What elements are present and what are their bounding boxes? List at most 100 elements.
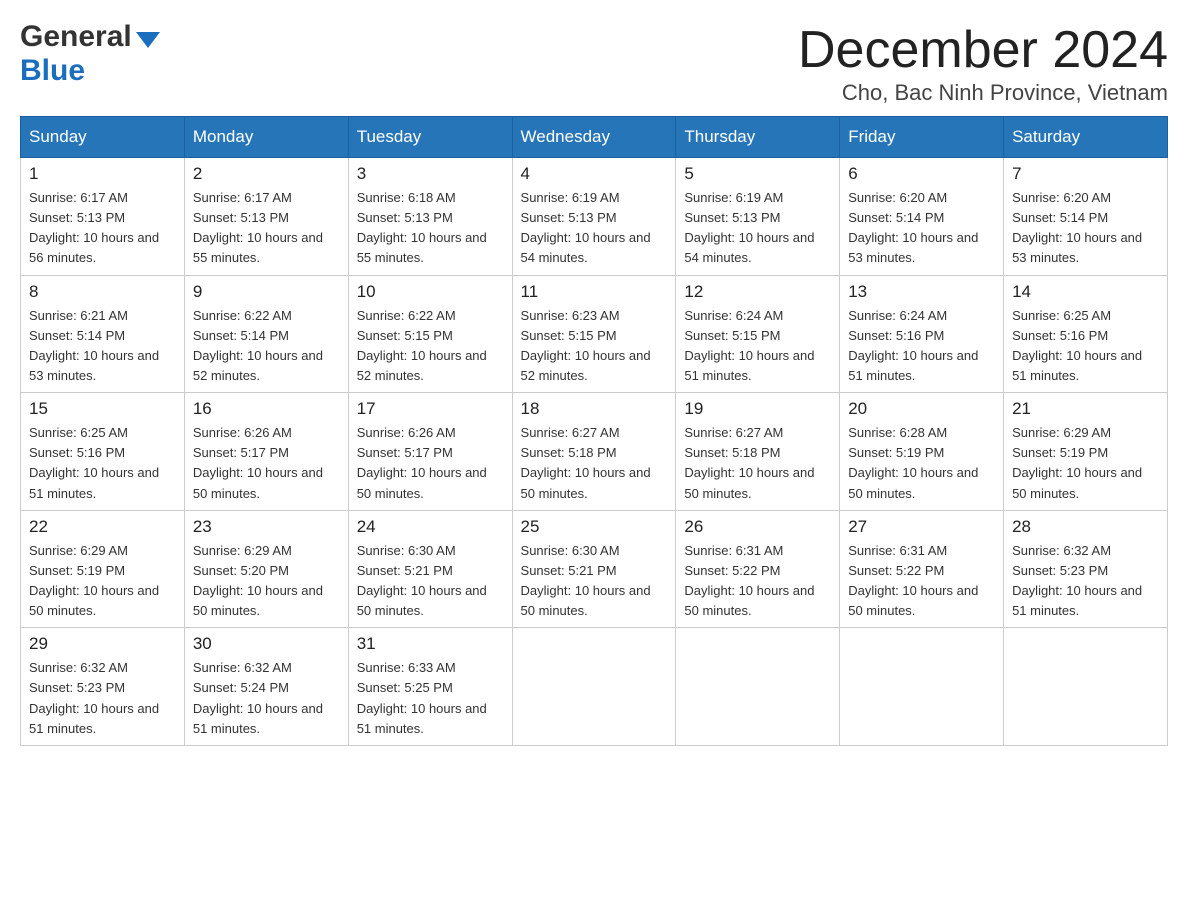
day-info: Sunrise: 6:17 AMSunset: 5:13 PMDaylight:… [29,188,176,269]
day-info: Sunrise: 6:26 AMSunset: 5:17 PMDaylight:… [193,423,340,504]
day-info: Sunrise: 6:27 AMSunset: 5:18 PMDaylight:… [521,423,668,504]
day-info: Sunrise: 6:30 AMSunset: 5:21 PMDaylight:… [357,541,504,622]
calendar-day-cell: 27 Sunrise: 6:31 AMSunset: 5:22 PMDayligh… [840,510,1004,628]
day-number: 20 [848,399,995,419]
calendar-week-row: 15Sunrise: 6:25 AMSunset: 5:16 PMDayligh… [21,393,1168,511]
logo-blue-text: Blue [20,54,160,88]
logo: General Blue [20,20,160,88]
day-number: 3 [357,164,504,184]
day-info: Sunrise: 6:24 AMSunset: 5:16 PMDaylight:… [848,306,995,387]
calendar-day-cell: 18Sunrise: 6:27 AMSunset: 5:18 PMDayligh… [512,393,676,511]
calendar-day-cell: 3 Sunrise: 6:18 AMSunset: 5:13 PMDaylight… [348,158,512,276]
day-number: 21 [1012,399,1159,419]
day-info: Sunrise: 6:31 AMSunset: 5:22 PMDaylight:… [684,541,831,622]
day-info: Sunrise: 6:29 AMSunset: 5:20 PMDaylight:… [193,541,340,622]
calendar-week-row: 29 Sunrise: 6:32 AMSunset: 5:23 PMDayligh… [21,628,1168,746]
day-number: 12 [684,282,831,302]
calendar-table: SundayMondayTuesdayWednesdayThursdayFrid… [20,116,1168,746]
location-text: Cho, Bac Ninh Province, Vietnam [798,80,1168,106]
weekday-header-wednesday: Wednesday [512,117,676,158]
day-info: Sunrise: 6:31 AMSunset: 5:22 PMDaylight:… [848,541,995,622]
day-info: Sunrise: 6:29 AMSunset: 5:19 PMDaylight:… [1012,423,1159,504]
calendar-day-cell [840,628,1004,746]
calendar-day-cell: 7Sunrise: 6:20 AMSunset: 5:14 PMDaylight… [1004,158,1168,276]
calendar-day-cell: 17 Sunrise: 6:26 AMSunset: 5:17 PMDayligh… [348,393,512,511]
calendar-day-cell: 25Sunrise: 6:30 AMSunset: 5:21 PMDayligh… [512,510,676,628]
calendar-day-cell: 19 Sunrise: 6:27 AMSunset: 5:18 PMDayligh… [676,393,840,511]
day-info: Sunrise: 6:32 AMSunset: 5:23 PMDaylight:… [1012,541,1159,622]
calendar-day-cell: 4 Sunrise: 6:19 AMSunset: 5:13 PMDaylight… [512,158,676,276]
calendar-day-cell: 29 Sunrise: 6:32 AMSunset: 5:23 PMDayligh… [21,628,185,746]
weekday-header-row: SundayMondayTuesdayWednesdayThursdayFrid… [21,117,1168,158]
calendar-day-cell: 15Sunrise: 6:25 AMSunset: 5:16 PMDayligh… [21,393,185,511]
day-number: 16 [193,399,340,419]
calendar-week-row: 1Sunrise: 6:17 AMSunset: 5:13 PMDaylight… [21,158,1168,276]
day-info: Sunrise: 6:17 AMSunset: 5:13 PMDaylight:… [193,188,340,269]
day-number: 13 [848,282,995,302]
day-info: Sunrise: 6:20 AMSunset: 5:14 PMDaylight:… [1012,188,1159,269]
day-info: Sunrise: 6:25 AMSunset: 5:16 PMDaylight:… [29,423,176,504]
day-number: 10 [357,282,504,302]
weekday-header-tuesday: Tuesday [348,117,512,158]
day-info: Sunrise: 6:18 AMSunset: 5:13 PMDaylight:… [357,188,504,269]
day-info: Sunrise: 6:28 AMSunset: 5:19 PMDaylight:… [848,423,995,504]
calendar-day-cell: 5 Sunrise: 6:19 AMSunset: 5:13 PMDaylight… [676,158,840,276]
month-title: December 2024 [798,20,1168,80]
day-number: 28 [1012,517,1159,537]
day-number: 2 [193,164,340,184]
day-number: 4 [521,164,668,184]
day-info: Sunrise: 6:33 AMSunset: 5:25 PMDaylight:… [357,658,504,739]
day-number: 29 [29,634,176,654]
calendar-day-cell: 30Sunrise: 6:32 AMSunset: 5:24 PMDayligh… [184,628,348,746]
calendar-week-row: 8 Sunrise: 6:21 AMSunset: 5:14 PMDaylight… [21,275,1168,393]
day-info: Sunrise: 6:21 AMSunset: 5:14 PMDaylight:… [29,306,176,387]
logo-general-text: General [20,20,132,54]
weekday-header-sunday: Sunday [21,117,185,158]
day-number: 17 [357,399,504,419]
calendar-day-cell [1004,628,1168,746]
day-number: 14 [1012,282,1159,302]
calendar-day-cell: 8 Sunrise: 6:21 AMSunset: 5:14 PMDaylight… [21,275,185,393]
calendar-day-cell: 1Sunrise: 6:17 AMSunset: 5:13 PMDaylight… [21,158,185,276]
day-info: Sunrise: 6:20 AMSunset: 5:14 PMDaylight:… [848,188,995,269]
day-info: Sunrise: 6:24 AMSunset: 5:15 PMDaylight:… [684,306,831,387]
weekday-header-monday: Monday [184,117,348,158]
day-info: Sunrise: 6:32 AMSunset: 5:24 PMDaylight:… [193,658,340,739]
day-info: Sunrise: 6:25 AMSunset: 5:16 PMDaylight:… [1012,306,1159,387]
day-info: Sunrise: 6:32 AMSunset: 5:23 PMDaylight:… [29,658,176,739]
day-info: Sunrise: 6:26 AMSunset: 5:17 PMDaylight:… [357,423,504,504]
weekday-header-friday: Friday [840,117,1004,158]
day-info: Sunrise: 6:23 AMSunset: 5:15 PMDaylight:… [521,306,668,387]
day-number: 11 [521,282,668,302]
day-number: 27 [848,517,995,537]
calendar-day-cell: 24 Sunrise: 6:30 AMSunset: 5:21 PMDayligh… [348,510,512,628]
day-number: 24 [357,517,504,537]
logo-triangle-icon [136,32,160,48]
calendar-day-cell: 10Sunrise: 6:22 AMSunset: 5:15 PMDayligh… [348,275,512,393]
calendar-day-cell: 26Sunrise: 6:31 AMSunset: 5:22 PMDayligh… [676,510,840,628]
day-number: 5 [684,164,831,184]
day-number: 9 [193,282,340,302]
calendar-day-cell: 12 Sunrise: 6:24 AMSunset: 5:15 PMDayligh… [676,275,840,393]
day-number: 8 [29,282,176,302]
day-info: Sunrise: 6:19 AMSunset: 5:13 PMDaylight:… [684,188,831,269]
calendar-day-cell: 14 Sunrise: 6:25 AMSunset: 5:16 PMDayligh… [1004,275,1168,393]
calendar-week-row: 22 Sunrise: 6:29 AMSunset: 5:19 PMDayligh… [21,510,1168,628]
weekday-header-saturday: Saturday [1004,117,1168,158]
calendar-day-cell: 2 Sunrise: 6:17 AMSunset: 5:13 PMDaylight… [184,158,348,276]
calendar-day-cell: 28 Sunrise: 6:32 AMSunset: 5:23 PMDayligh… [1004,510,1168,628]
day-number: 22 [29,517,176,537]
calendar-day-cell: 13 Sunrise: 6:24 AMSunset: 5:16 PMDayligh… [840,275,1004,393]
day-number: 31 [357,634,504,654]
calendar-day-cell: 23Sunrise: 6:29 AMSunset: 5:20 PMDayligh… [184,510,348,628]
title-section: December 2024 Cho, Bac Ninh Province, Vi… [798,20,1168,106]
day-info: Sunrise: 6:27 AMSunset: 5:18 PMDaylight:… [684,423,831,504]
day-number: 6 [848,164,995,184]
page-header: General Blue December 2024 Cho, Bac Ninh… [20,20,1168,106]
day-info: Sunrise: 6:19 AMSunset: 5:13 PMDaylight:… [521,188,668,269]
day-info: Sunrise: 6:29 AMSunset: 5:19 PMDaylight:… [29,541,176,622]
calendar-day-cell: 21 Sunrise: 6:29 AMSunset: 5:19 PMDayligh… [1004,393,1168,511]
day-info: Sunrise: 6:22 AMSunset: 5:14 PMDaylight:… [193,306,340,387]
day-number: 19 [684,399,831,419]
calendar-day-cell: 11 Sunrise: 6:23 AMSunset: 5:15 PMDayligh… [512,275,676,393]
